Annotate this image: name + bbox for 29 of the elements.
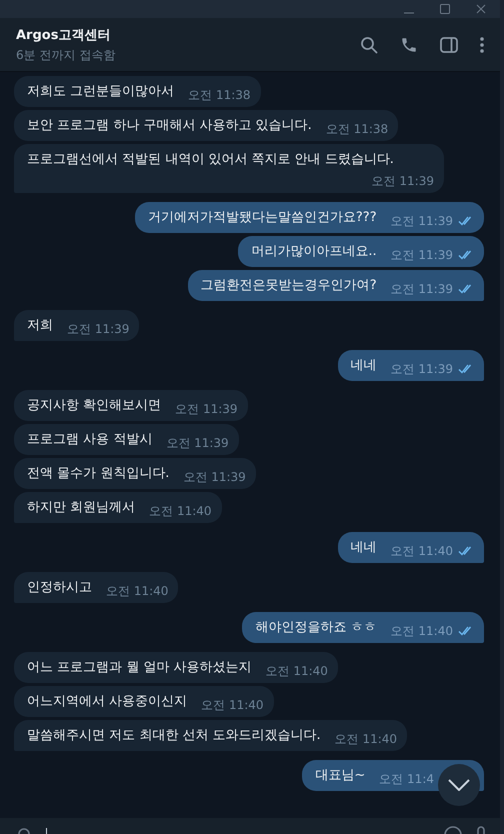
message-bubble: 프로그램 사용 적발시 오전 11:39 bbox=[14, 424, 239, 455]
message-bubble: 인정하시고 오전 11:40 bbox=[14, 572, 178, 603]
message-bubble: 전액 몰수가 원칙입니다. 오전 11:39 bbox=[14, 458, 256, 489]
message-bubble: 프로그램선에서 적발된 내역이 있어서 쪽지로 안내 드렸습니다. 오전 11:39 bbox=[14, 144, 444, 193]
microphone-icon[interactable] bbox=[476, 826, 486, 834]
message-bubble: 말씀해주시면 저도 최대한 선처 도와드리겠습니다. 오전 11:40 bbox=[14, 720, 408, 751]
phone-icon[interactable] bbox=[400, 36, 418, 54]
message-bubble: 어느 프로그램과 뭘 얼마 사용하셨는지 오전 11:40 bbox=[14, 652, 338, 683]
scroll-down-button[interactable] bbox=[438, 764, 480, 806]
message-bubble: 거기에저가적발됐다는말씀인건가요??? 오전 11:39 bbox=[134, 202, 484, 233]
chat-title: Argos고객센터 bbox=[16, 26, 112, 44]
search-icon[interactable] bbox=[360, 36, 378, 54]
chevron-down-icon bbox=[448, 779, 470, 791]
sidebar-icon[interactable] bbox=[440, 36, 458, 52]
message-bubble: 그럼환전은못받는경우인가여? 오전 11:39 bbox=[188, 270, 484, 301]
more-icon[interactable] bbox=[480, 36, 484, 52]
message-bubble: 저희 오전 11:39 bbox=[14, 310, 140, 341]
message-bubble: 하지만 회원님께서 오전 11:40 bbox=[14, 492, 222, 523]
maximize-icon[interactable] bbox=[440, 4, 450, 14]
close-icon[interactable] bbox=[476, 4, 486, 14]
message-bubble: 공지사항 확인해보시면 오전 11:39 bbox=[14, 390, 248, 421]
message-bubble: 네네 오전 11:39 bbox=[338, 350, 484, 381]
message-bubble: 머리가많이아프네요.. 오전 11:39 bbox=[238, 236, 484, 267]
message-bubble: 어느지역에서 사용중이신지 오전 11:40 bbox=[14, 686, 274, 717]
last-seen-status: 6분 전까지 접속함 bbox=[16, 46, 116, 64]
message-bubble: 해야인정을하죠 ㅎㅎ 오전 11:40 bbox=[242, 612, 484, 643]
message-bubble: 네네 오전 11:40 bbox=[338, 532, 484, 563]
message-bubble: 저희도 그런분들이많아서 오전 11:38 bbox=[14, 76, 261, 107]
message-bubble: 보안 프로그램 하나 구매해서 사용하고 있습니다. 오전 11:38 bbox=[14, 110, 398, 141]
